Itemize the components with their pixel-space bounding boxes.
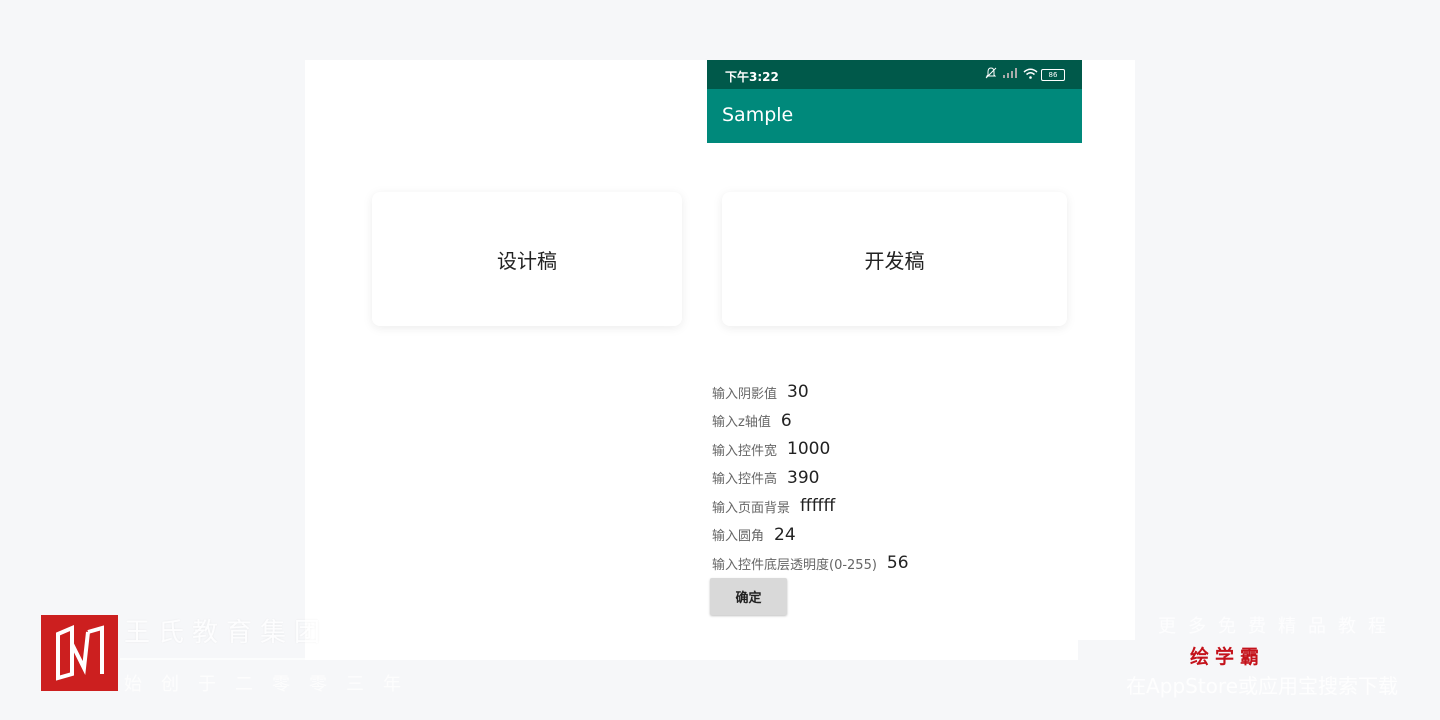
opacity-input[interactable]: 56 (887, 553, 909, 573)
confirm-button[interactable]: 确定 (710, 578, 787, 615)
design-draft-card: 设计稿 (372, 192, 682, 326)
watermark-app-name: 绘学霸 (1190, 646, 1266, 668)
background-label: 输入页面背景 (712, 500, 791, 516)
height-input[interactable]: 390 (787, 468, 819, 488)
radius-row: 输入圆角 24 (712, 521, 909, 550)
background-input[interactable]: ffffff (800, 496, 835, 516)
watermark-divider (120, 658, 440, 660)
shadow-row: 输入阴影值 30 (712, 378, 909, 407)
mute-icon (985, 67, 997, 79)
wifi-icon (1023, 68, 1038, 79)
app-bar: Sample (707, 89, 1082, 143)
shadow-input[interactable]: 30 (787, 382, 809, 402)
status-bar: 下午3:22 86 (707, 60, 1082, 89)
z-axis-row: 输入z轴值 6 (712, 407, 909, 436)
opacity-label: 输入控件底层透明度(0-255) (712, 557, 877, 573)
z-axis-label: 输入z轴值 (712, 415, 771, 431)
parameter-form: 输入阴影值 30 输入z轴值 6 输入控件宽 1000 输入控件高 390 输入… (712, 378, 909, 578)
wangshi-logo-icon (41, 615, 118, 691)
shadow-label: 输入阴影值 (712, 386, 778, 402)
signal-icon (1003, 68, 1017, 78)
dev-draft-label: 开发稿 (864, 248, 925, 273)
watermark-download: 在AppStore或应用宝搜索下载 (1126, 674, 1398, 698)
opacity-row: 输入控件底层透明度(0-255) 56 (712, 549, 909, 578)
width-input[interactable]: 1000 (787, 439, 830, 459)
background-row: 输入页面背景 ffffff (712, 492, 909, 521)
status-icons (985, 67, 1038, 79)
watermark-more: 更多免费精品教程 (1158, 616, 1398, 637)
design-draft-label: 设计稿 (497, 248, 557, 273)
app-title: Sample (722, 104, 794, 126)
battery-icon: 86 (1041, 69, 1065, 81)
width-label: 输入控件宽 (712, 443, 778, 459)
radius-input[interactable]: 24 (774, 525, 796, 545)
dev-draft-card: 开发稿 (722, 192, 1067, 326)
watermark-slogan: 始创于二零零三年 (124, 674, 420, 695)
width-row: 输入控件宽 1000 (712, 435, 909, 464)
height-label: 输入控件高 (712, 472, 778, 488)
radius-label: 输入圆角 (712, 529, 765, 545)
z-axis-input[interactable]: 6 (781, 411, 792, 431)
height-row: 输入控件高 390 (712, 464, 909, 493)
watermark-brand: 王氏教育集团 (124, 618, 329, 648)
status-time: 下午3:22 (725, 70, 779, 84)
